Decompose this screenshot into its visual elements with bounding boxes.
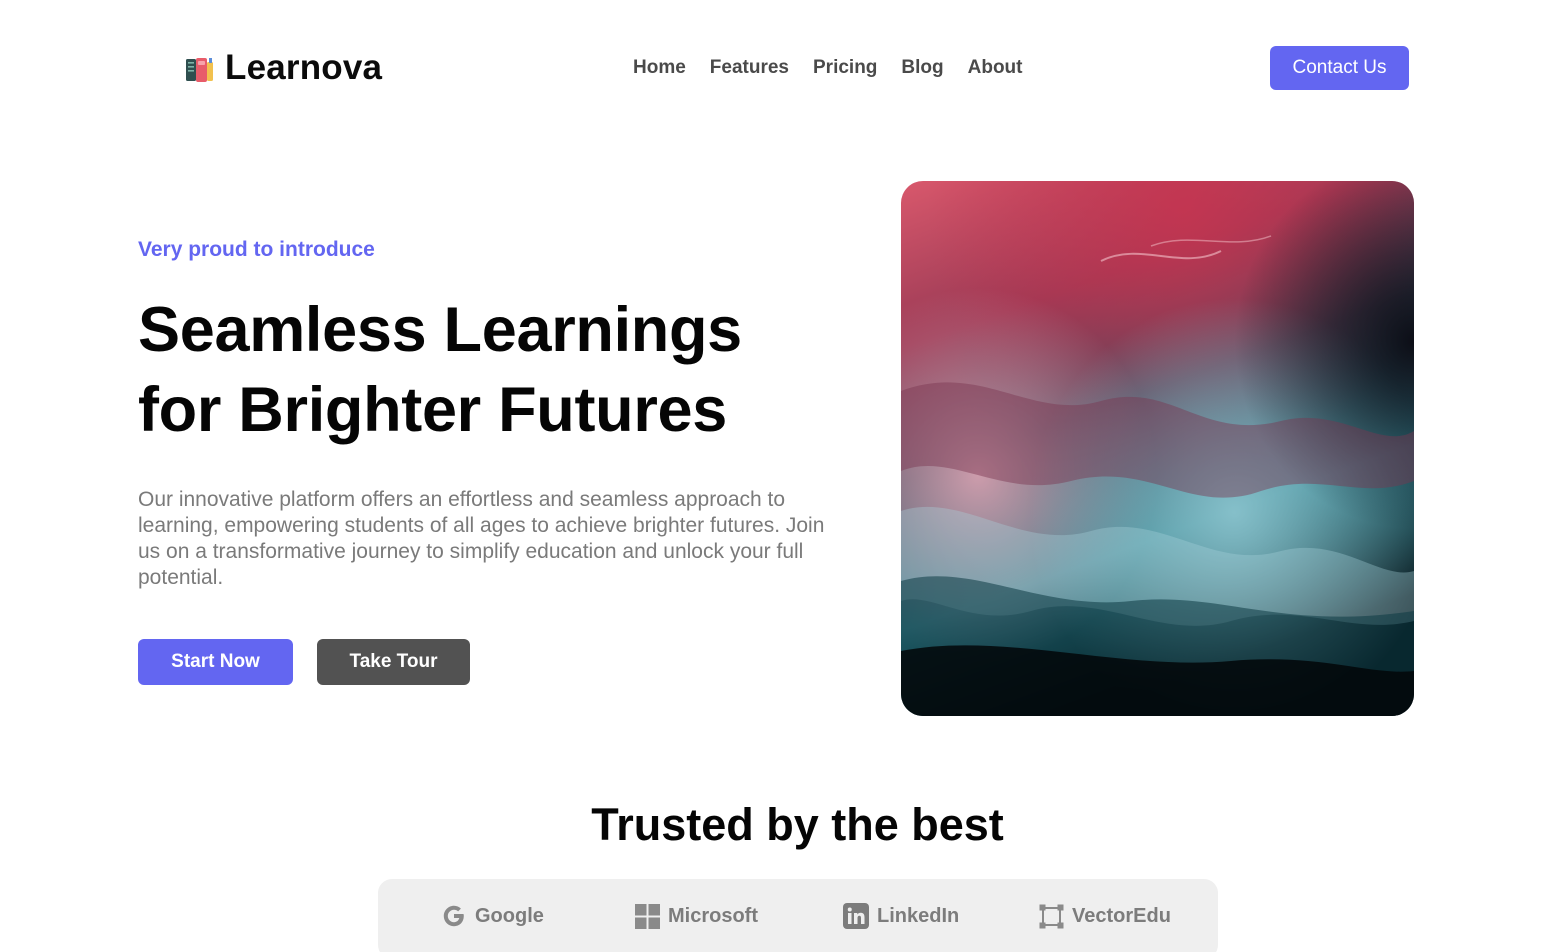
nav-features[interactable]: Features — [710, 55, 789, 81]
main-nav: Home Features Pricing Blog About — [633, 55, 1023, 81]
nav-blog[interactable]: Blog — [901, 55, 943, 81]
nav-pricing[interactable]: Pricing — [813, 55, 877, 81]
contact-us-button[interactable]: Contact Us — [1270, 46, 1409, 90]
brand-google: Google — [441, 901, 544, 931]
nav-home[interactable]: Home — [633, 55, 686, 81]
site-header: Learnova Home Features Pricing Blog Abou… — [0, 0, 1567, 136]
vector-icon — [1039, 904, 1064, 928]
abstract-fluid-art — [901, 181, 1414, 716]
linkedin-icon — [843, 903, 869, 929]
brand-linkedin-label: LinkedIn — [877, 905, 960, 927]
hero-title-line-2: for Brighter Futures — [138, 375, 728, 445]
microsoft-icon — [635, 903, 660, 929]
google-icon — [443, 905, 464, 927]
brand-logos-strip: Google Microsoft LinkedIn VectorEdu — [378, 879, 1218, 952]
brand-linkedin: LinkedIn — [843, 901, 959, 931]
book-icon — [186, 57, 213, 82]
take-tour-button[interactable]: Take Tour — [317, 639, 470, 685]
brand-name: Learnova — [225, 48, 383, 87]
hero-description: Our innovative platform offers an effort… — [138, 488, 825, 589]
brand-google-label: Google — [475, 905, 544, 927]
hero-eyebrow: Very proud to introduce — [138, 238, 375, 261]
hero-image — [901, 181, 1414, 716]
brand-microsoft-label: Microsoft — [668, 905, 758, 927]
trusted-title: Trusted by the best — [591, 799, 1004, 850]
brand-logo[interactable]: Learnova — [185, 48, 382, 88]
hero-title: Seamless Learnings for Brighter Futures — [138, 290, 838, 450]
brand-microsoft: Microsoft — [635, 901, 758, 931]
nav-about[interactable]: About — [968, 55, 1023, 81]
brand-vectoredu-label: VectorEdu — [1072, 905, 1171, 927]
start-now-button[interactable]: Start Now — [138, 639, 293, 685]
brand-vectoredu: VectorEdu — [1039, 901, 1171, 931]
hero-title-line-1: Seamless Learnings — [138, 295, 742, 365]
